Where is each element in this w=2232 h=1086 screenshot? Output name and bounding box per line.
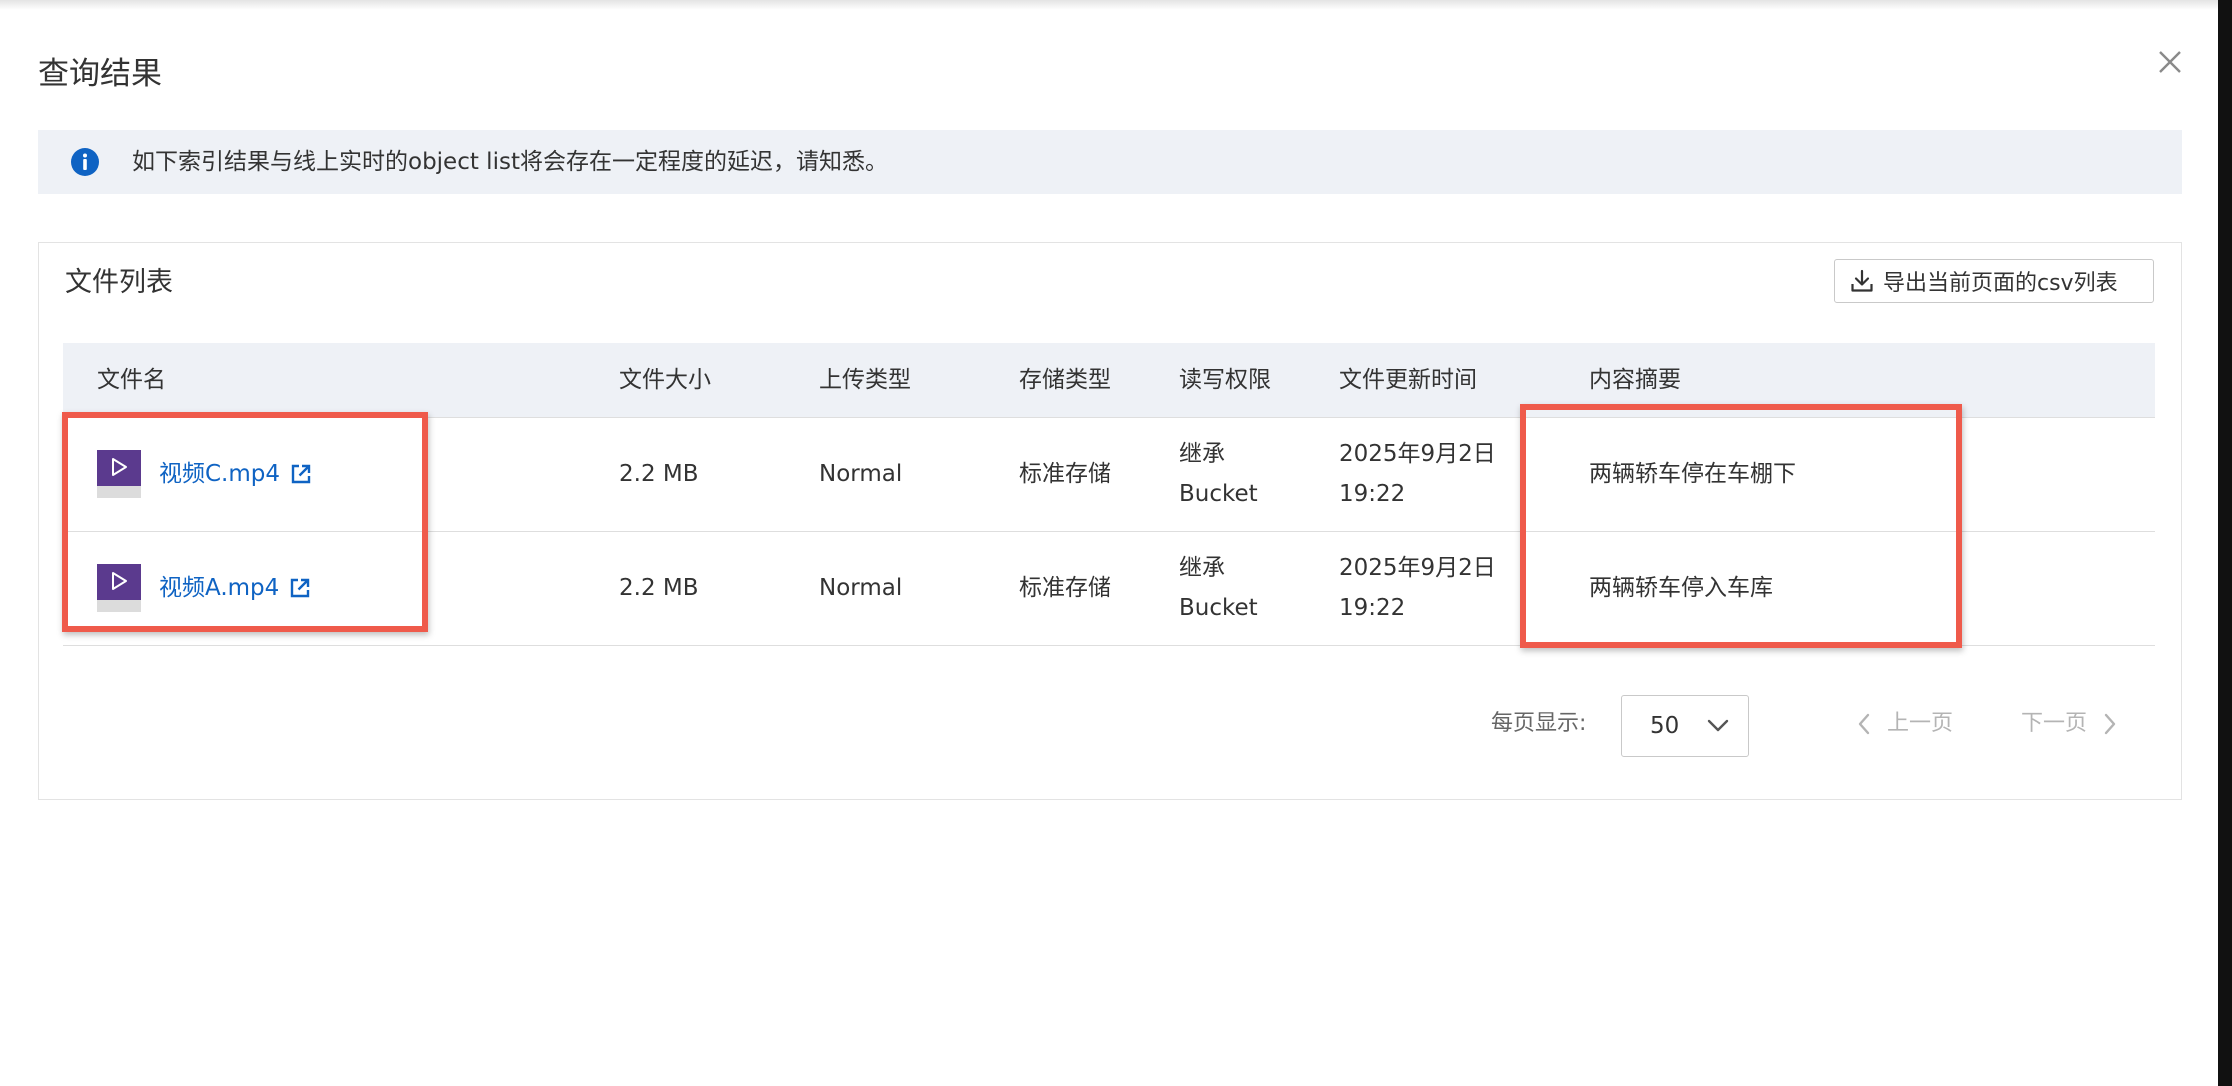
external-link-icon[interactable] — [289, 577, 311, 599]
export-csv-button[interactable]: 导出当前页面的csv列表 — [1834, 259, 2154, 303]
file-size: 2.2 MB — [619, 461, 699, 487]
notice-text: 如下索引结果与线上实时的object list将会存在一定程度的延迟，请知悉。 — [132, 149, 888, 175]
file-name-text[interactable]: 视频A.mp4 — [159, 568, 279, 608]
download-icon — [1849, 268, 1875, 294]
next-page-button[interactable]: 下一页 — [2021, 708, 2119, 740]
acl-line-2: Bucket — [1179, 481, 1258, 507]
updated-time: 2025年9月2日 19:22 — [1339, 548, 1496, 628]
header-summary[interactable]: 内容摘要 — [1589, 364, 1681, 396]
header-acl[interactable]: 读写权限 — [1179, 364, 1271, 396]
per-page-select[interactable]: 50 — [1621, 695, 1749, 757]
header-storage-type[interactable]: 存储类型 — [1019, 364, 1111, 396]
external-link-icon[interactable] — [290, 463, 312, 485]
storage-type: 标准存储 — [1019, 461, 1111, 487]
acl-value: 继承 Bucket — [1179, 548, 1258, 628]
file-name-text[interactable]: 视频C.mp4 — [159, 454, 280, 494]
info-notice: 如下索引结果与线上实时的object list将会存在一定程度的延迟，请知悉。 — [38, 130, 2182, 194]
updated-clock: 19:22 — [1339, 481, 1406, 507]
updated-clock: 19:22 — [1339, 595, 1406, 621]
file-list-panel: 文件列表 导出当前页面的csv列表 文件名 文件大小 上传类型 存储类型 读写权… — [38, 242, 2182, 800]
prev-page-button[interactable]: 上一页 — [1855, 708, 1953, 740]
upload-type: Normal — [819, 575, 903, 601]
file-table: 文件名 文件大小 上传类型 存储类型 读写权限 文件更新时间 内容摘要 视频C.… — [63, 343, 2155, 646]
video-file-icon — [97, 564, 141, 612]
updated-time: 2025年9月2日 19:22 — [1339, 434, 1496, 514]
content-summary: 两辆轿车停在车棚下 — [1589, 461, 1796, 487]
query-results-dialog: 查询结果 如下索引结果与线上实时的object list将会存在一定程度的延迟，… — [0, 0, 2232, 1086]
video-file-icon — [97, 450, 141, 498]
info-icon — [71, 148, 99, 176]
header-updated-time[interactable]: 文件更新时间 — [1339, 364, 1477, 396]
table-row: 视频A.mp4 2.2 MB Normal 标准存储 继承 Bucket 202… — [63, 532, 2155, 646]
panel-title: 文件列表 — [65, 267, 173, 298]
prev-page-label: 上一页 — [1887, 711, 1954, 736]
chevron-right-icon — [2104, 713, 2116, 735]
export-csv-label: 导出当前页面的csv列表 — [1883, 271, 2118, 296]
file-name-link[interactable]: 视频C.mp4 — [159, 454, 312, 494]
acl-line-1: 继承 — [1179, 441, 1225, 467]
acl-value: 继承 Bucket — [1179, 434, 1258, 514]
per-page-value: 50 — [1650, 713, 1680, 739]
updated-date: 2025年9月2日 — [1339, 555, 1496, 581]
acl-line-2: Bucket — [1179, 595, 1258, 621]
updated-date: 2025年9月2日 — [1339, 441, 1496, 467]
acl-line-1: 继承 — [1179, 555, 1225, 581]
content-summary: 两辆轿车停入车库 — [1589, 575, 1773, 601]
storage-type: 标准存储 — [1019, 575, 1111, 601]
file-size: 2.2 MB — [619, 575, 699, 601]
top-shadow — [0, 0, 2232, 10]
table-header: 文件名 文件大小 上传类型 存储类型 读写权限 文件更新时间 内容摘要 — [63, 343, 2155, 418]
header-file-name[interactable]: 文件名 — [97, 364, 166, 396]
file-name-link[interactable]: 视频A.mp4 — [159, 568, 311, 608]
dialog-title: 查询结果 — [38, 56, 162, 92]
window-edge — [2218, 0, 2232, 1086]
chevron-left-icon — [1858, 713, 1870, 735]
chevron-down-icon — [1707, 719, 1729, 732]
next-page-label: 下一页 — [2021, 711, 2088, 736]
per-page-label: 每页显示: — [1491, 711, 1587, 736]
table-row: 视频C.mp4 2.2 MB Normal 标准存储 继承 Bucket 202… — [63, 418, 2155, 532]
close-button[interactable] — [2152, 44, 2188, 80]
header-upload-type[interactable]: 上传类型 — [819, 364, 911, 396]
upload-type: Normal — [819, 461, 903, 487]
header-file-size[interactable]: 文件大小 — [619, 364, 711, 396]
close-icon — [2159, 51, 2181, 73]
